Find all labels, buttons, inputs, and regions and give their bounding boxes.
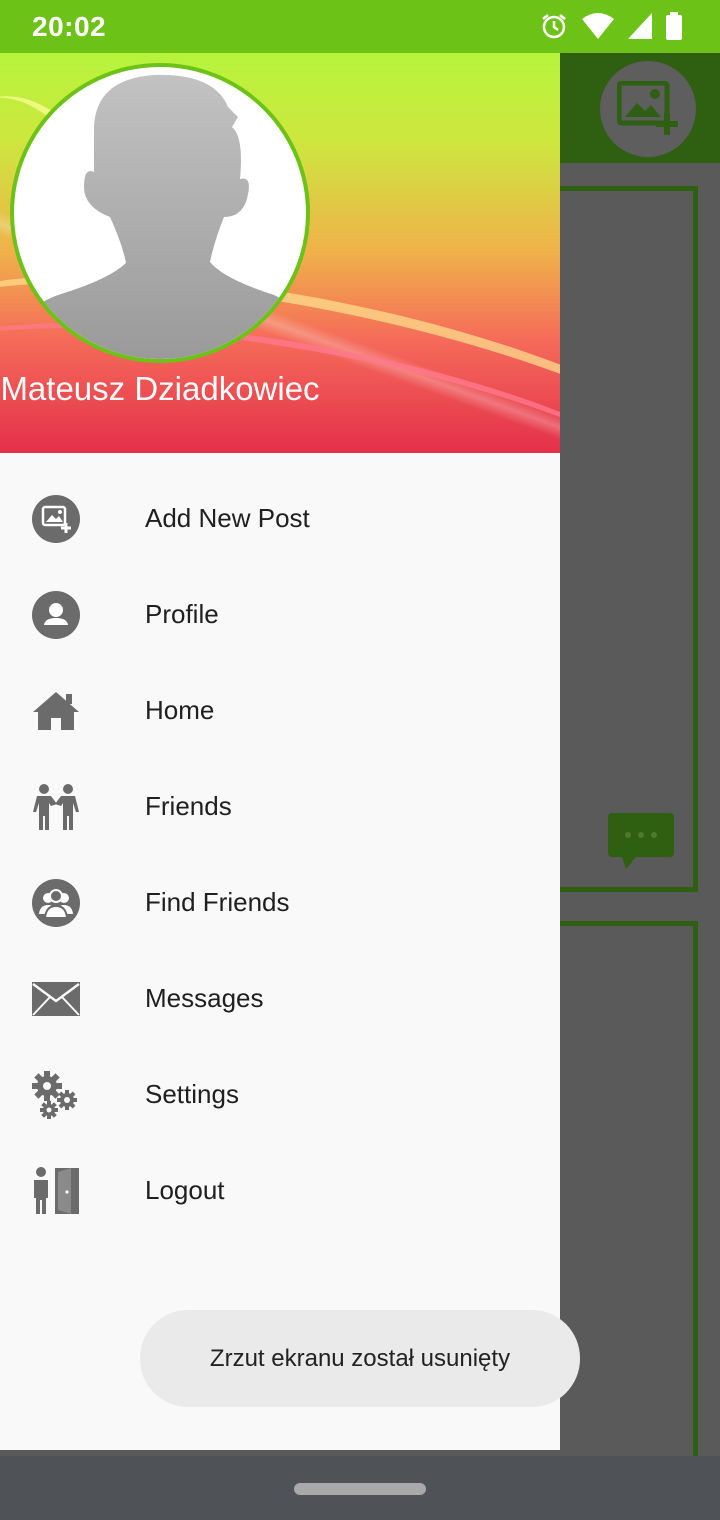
menu-label: Friends: [145, 791, 232, 821]
drawer-menu: Add New Post Profile Home Friends Find F…: [0, 469, 560, 1237]
battery-icon: [666, 12, 682, 40]
menu-label: Logout: [145, 1175, 225, 1205]
menu-item-add-new-post[interactable]: Add New Post: [0, 469, 560, 565]
home-icon: [30, 685, 82, 737]
system-navigation-bar: [0, 1456, 720, 1520]
gears-icon: [30, 1069, 82, 1121]
logout-door-icon: [30, 1165, 82, 1217]
comment-icon: [608, 813, 674, 874]
envelope-icon: [30, 973, 82, 1025]
menu-item-logout[interactable]: Logout: [0, 1141, 560, 1237]
status-icons: [540, 12, 682, 40]
person-icon: [30, 589, 82, 641]
home-gesture-handle[interactable]: [294, 1483, 426, 1495]
menu-item-profile[interactable]: Profile: [0, 565, 560, 661]
menu-item-messages[interactable]: Messages: [0, 949, 560, 1045]
find-friends-icon: [30, 877, 82, 929]
menu-label: Settings: [145, 1079, 239, 1109]
navigation-drawer: Mateusz Dziadkowiec Add New Post Profile…: [0, 53, 560, 1450]
status-time: 20:02: [32, 11, 107, 42]
menu-item-settings[interactable]: Settings: [0, 1045, 560, 1141]
menu-label: Add New Post: [145, 503, 310, 533]
menu-label: Messages: [145, 983, 264, 1013]
menu-label: Home: [145, 695, 215, 725]
avatar-placeholder-icon: [14, 74, 306, 359]
toast-message: Zrzut ekranu został usunięty: [140, 1310, 580, 1407]
drawer-header: Mateusz Dziadkowiec: [0, 53, 560, 453]
menu-item-home[interactable]: Home: [0, 661, 560, 757]
add-image-icon: [30, 493, 82, 545]
profile-avatar[interactable]: [10, 63, 310, 363]
profile-name: Mateusz Dziadkowiec: [0, 370, 320, 407]
status-bar: 20:02: [0, 0, 720, 53]
menu-item-friends[interactable]: Friends: [0, 757, 560, 853]
friends-icon: [30, 781, 82, 833]
signal-icon: [628, 13, 652, 39]
add-image-icon: [617, 81, 678, 135]
menu-item-find-friends[interactable]: Find Friends: [0, 853, 560, 949]
menu-label: Find Friends: [145, 887, 290, 917]
wifi-icon: [582, 13, 614, 39]
alarm-icon: [542, 14, 566, 39]
menu-label: Profile: [145, 599, 219, 629]
background-add-post-button[interactable]: [600, 61, 696, 157]
